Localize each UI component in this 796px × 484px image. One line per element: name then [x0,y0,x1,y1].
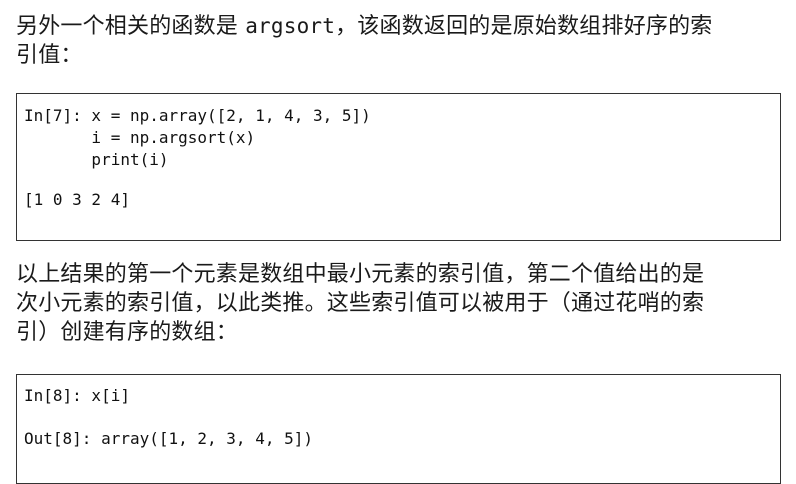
middle-line-3: 引）创建有序的数组： [16,320,239,345]
code-line: In[8]: x[i] [24,386,130,405]
intro-line-1: 另外一个相关的函数是 argsort，该函数返回的是原始数组排好序的索 [16,12,786,41]
middle-line-1: 以上结果的第一个元素是数组中最小元素的索引值，第二个值给出的是 [16,262,705,287]
intro-line-2: 引值： [16,43,83,68]
intro-paragraph: 另外一个相关的函数是 argsort，该函数返回的是原始数组排好序的索 引值： [16,12,786,70]
code-output-line: [1 0 3 2 4] [24,190,130,209]
intro-text-before-code: 另外一个相关的函数是 [16,14,246,39]
intro-text-after-code: ，该函数返回的是原始数组排好序的索 [335,14,713,39]
middle-line-2: 次小元素的索引值，以此类推。这些索引值可以被用于（通过花哨的索 [16,291,705,316]
code-line: In[7]: x = np.array([2, 1, 4, 3, 5]) [24,106,371,125]
middle-paragraph: 以上结果的第一个元素是数组中最小元素的索引值，第二个值给出的是 次小元素的索引值… [16,260,786,347]
code-line: i = np.argsort(x) [24,128,256,147]
code-cell-in7: In[7]: x = np.array([2, 1, 4, 3, 5]) i =… [16,93,781,241]
inline-code-argsort: argsort [245,14,336,38]
code-cell-in8: In[8]: x[i] Out[8]: array([1, 2, 3, 4, 5… [16,374,781,484]
code-output-line: Out[8]: array([1, 2, 3, 4, 5]) [24,429,313,448]
code-line: print(i) [24,150,169,169]
